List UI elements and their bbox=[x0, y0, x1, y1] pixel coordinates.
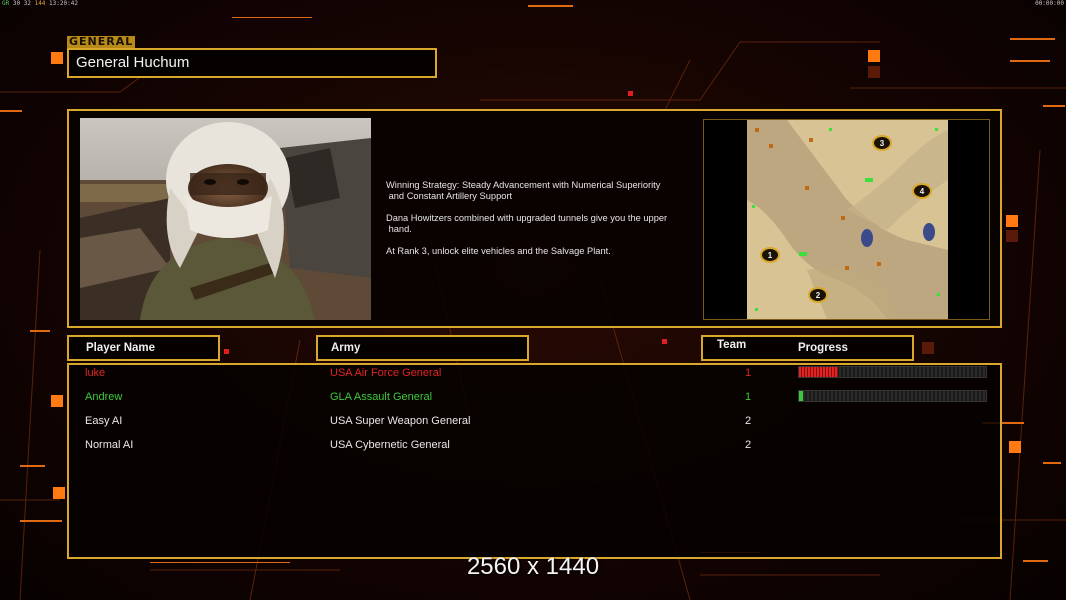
status-clock: 13:20:42 bbox=[49, 0, 78, 7]
player-team: 1 bbox=[745, 391, 752, 403]
player-name-header: Player Name bbox=[67, 335, 220, 361]
resolution-overlay-label: 2560 x 1440 bbox=[466, 553, 600, 580]
player-team: 2 bbox=[745, 439, 752, 451]
player-name: Normal AI bbox=[85, 439, 134, 451]
debug-status-bar: GR 30 32 144 13:20:42 00:00:00 bbox=[0, 0, 1066, 8]
status-seg-1: 30 bbox=[12, 0, 21, 7]
status-seg-0: GR bbox=[2, 0, 10, 7]
player-name: Andrew bbox=[85, 391, 123, 403]
general-tag-label: GENERAL bbox=[67, 35, 136, 48]
army-header: Army bbox=[316, 335, 529, 361]
player-army: USA Super Weapon General bbox=[330, 415, 471, 427]
player-army: USA Cybernetic General bbox=[330, 439, 450, 451]
svg-text:1: 1 bbox=[768, 251, 773, 260]
progress-fill bbox=[799, 391, 803, 401]
player-name: Easy AI bbox=[85, 415, 123, 427]
map-start-1: 1 bbox=[760, 247, 780, 263]
description-paragraph: Dana Howitzers combined with upgraded tu… bbox=[386, 213, 668, 234]
team-header-label: Team bbox=[717, 339, 747, 351]
player-name: luke bbox=[85, 367, 106, 379]
team-progress-header: Team Progress bbox=[701, 335, 914, 361]
map-start-2: 2 bbox=[808, 287, 828, 303]
player-name-header-label: Player Name bbox=[86, 342, 156, 354]
status-timer: 00:00:00 bbox=[1035, 0, 1064, 7]
description-paragraph: At Rank 3, unlock elite vehicles and the… bbox=[386, 246, 611, 256]
player-row: Normal AI USA Cybernetic General 2 bbox=[0, 439, 1066, 455]
description-paragraph: Winning Strategy: Steady Advancement wit… bbox=[386, 180, 661, 201]
player-team: 1 bbox=[745, 367, 752, 379]
map-start-4: 4 bbox=[912, 183, 932, 199]
status-seg-3: 144 bbox=[34, 0, 46, 7]
player-progress-bar bbox=[798, 366, 987, 378]
army-header-label: Army bbox=[331, 342, 361, 354]
player-army: USA Air Force General bbox=[330, 367, 442, 379]
svg-text:2: 2 bbox=[816, 291, 821, 300]
map-preview[interactable]: 1 2 3 4 bbox=[747, 120, 948, 319]
map-start-3: 3 bbox=[872, 135, 892, 151]
general-name-title: General Huchum bbox=[67, 48, 437, 78]
player-row: Easy AI USA Super Weapon General 2 bbox=[0, 415, 1066, 431]
svg-text:3: 3 bbox=[880, 139, 885, 148]
svg-text:4: 4 bbox=[920, 187, 925, 196]
strategy-description: Winning Strategy: Steady Advancement wit… bbox=[386, 180, 701, 268]
status-seg-2: 32 bbox=[23, 0, 31, 7]
player-team: 2 bbox=[745, 415, 752, 427]
player-army: GLA Assault General bbox=[330, 391, 433, 403]
general-portrait-image bbox=[80, 118, 371, 320]
status-left: GR 30 32 144 13:20:42 bbox=[2, 0, 78, 7]
progress-fill bbox=[799, 367, 839, 377]
player-progress-bar bbox=[798, 390, 987, 402]
progress-header-label: Progress bbox=[798, 342, 848, 354]
